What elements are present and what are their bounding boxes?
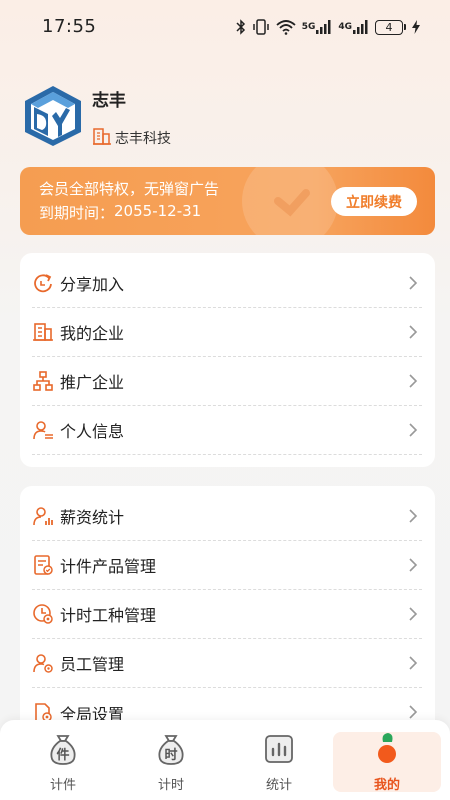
company-name: 志丰科技 (115, 131, 171, 147)
menu-item-time-work[interactable]: 计时工种管理 (32, 590, 422, 639)
tab-piecework[interactable]: 件 计件 (9, 732, 117, 793)
salary-stats-icon (32, 505, 54, 527)
chevron-right-icon (409, 509, 418, 523)
tab-mine[interactable]: 我的 (333, 732, 441, 793)
vip-expiry-date: 2055-12-31 (114, 202, 202, 220)
status-bar: 17:55 5G 4G 4 (0, 0, 450, 54)
menu-item-my-company[interactable]: 我的企业 (32, 308, 422, 357)
user-name: 志丰 (92, 91, 126, 111)
menu-item-label: 个人信息 (60, 422, 125, 441)
signal-4g-icon: 4G (338, 20, 369, 34)
time-work-icon (32, 603, 54, 625)
tab-glyph-piece: 件 (56, 747, 69, 763)
chevron-right-icon (409, 374, 418, 388)
vip-expiry-row: 到期时间： 2055-12-31 (39, 202, 201, 223)
menu-item-salary-stats[interactable]: 薪资统计 (32, 492, 422, 541)
share-join-icon (32, 272, 54, 294)
tab-timework[interactable]: 时 计时 (117, 732, 225, 793)
tab-statistics[interactable]: 统计 (225, 732, 333, 793)
person-info-icon (32, 419, 54, 441)
tab-label: 计时 (157, 778, 184, 793)
bottom-tab-bar: 件 计件 时 计时 统计 我的 (0, 720, 450, 800)
menu-item-personal-info[interactable]: 个人信息 (32, 406, 422, 455)
chevron-right-icon (409, 325, 418, 339)
avatar[interactable] (22, 84, 84, 148)
menu-item-label: 薪资统计 (60, 508, 125, 527)
bar-chart-icon (262, 732, 296, 770)
charging-icon (412, 20, 420, 34)
tab-label: 计件 (49, 778, 76, 793)
renew-button[interactable]: 立即续费 (331, 187, 417, 216)
menu-item-label: 分享加入 (60, 275, 125, 294)
signal-5g-icon: 5G (302, 20, 333, 34)
network-5g-label: 5G (301, 22, 316, 32)
company-row[interactable]: 志丰科技 (92, 126, 171, 150)
status-time: 17:55 (42, 16, 97, 37)
battery-icon: 4 (375, 19, 406, 35)
building-icon (32, 321, 54, 343)
chevron-right-icon (409, 705, 418, 719)
menu-item-share-join[interactable]: 分享加入 (32, 259, 422, 308)
tab-glyph-time: 时 (164, 747, 177, 763)
chevron-right-icon (409, 276, 418, 290)
menu-card-account: 分享加入 我的企业 推广企业 个人信息 (20, 253, 435, 467)
vip-badge-decoration (274, 189, 310, 217)
network-4g-label: 4G (338, 22, 352, 32)
carrot-profile-icon (370, 732, 404, 770)
vip-privilege-text: 会员全部特权，无弹窗广告 (39, 180, 220, 198)
status-icons: 5G 4G 4 (236, 17, 420, 37)
menu-item-label: 计时工种管理 (60, 606, 157, 625)
chevron-right-icon (409, 607, 418, 621)
money-bag-time-icon: 时 (154, 732, 188, 770)
tab-label: 统计 (265, 778, 292, 793)
tab-label: 我的 (373, 778, 400, 793)
chevron-right-icon (409, 656, 418, 670)
battery-level: 4 (375, 19, 403, 35)
vip-expiry-label: 到期时间： (39, 204, 115, 222)
org-chart-icon (32, 370, 54, 392)
menu-item-promote-company[interactable]: 推广企业 (32, 357, 422, 406)
bluetooth-icon (236, 19, 246, 35)
profile-header: 志丰 志丰科技 (22, 80, 422, 160)
menu-item-piece-product[interactable]: 计件产品管理 (32, 541, 422, 590)
vibrate-icon (252, 19, 270, 35)
chevron-right-icon (409, 423, 418, 437)
money-bag-piece-icon: 件 (46, 732, 80, 770)
piece-product-icon (32, 554, 54, 576)
menu-item-label: 我的企业 (60, 324, 125, 343)
menu-card-management: 薪资统计 计件产品管理 计时工种管理 员工管理 全局设置 (20, 486, 435, 736)
menu-item-employee[interactable]: 员工管理 (32, 639, 422, 688)
menu-item-label: 员工管理 (60, 655, 125, 674)
vip-banner: 会员全部特权，无弹窗广告 到期时间： 2055-12-31 立即续费 (20, 167, 435, 235)
menu-item-label: 计件产品管理 (60, 557, 157, 576)
building-icon (92, 126, 112, 150)
wifi-icon (276, 19, 296, 35)
menu-item-label: 推广企业 (60, 373, 125, 392)
employee-icon (32, 652, 54, 674)
chevron-right-icon (409, 558, 418, 572)
